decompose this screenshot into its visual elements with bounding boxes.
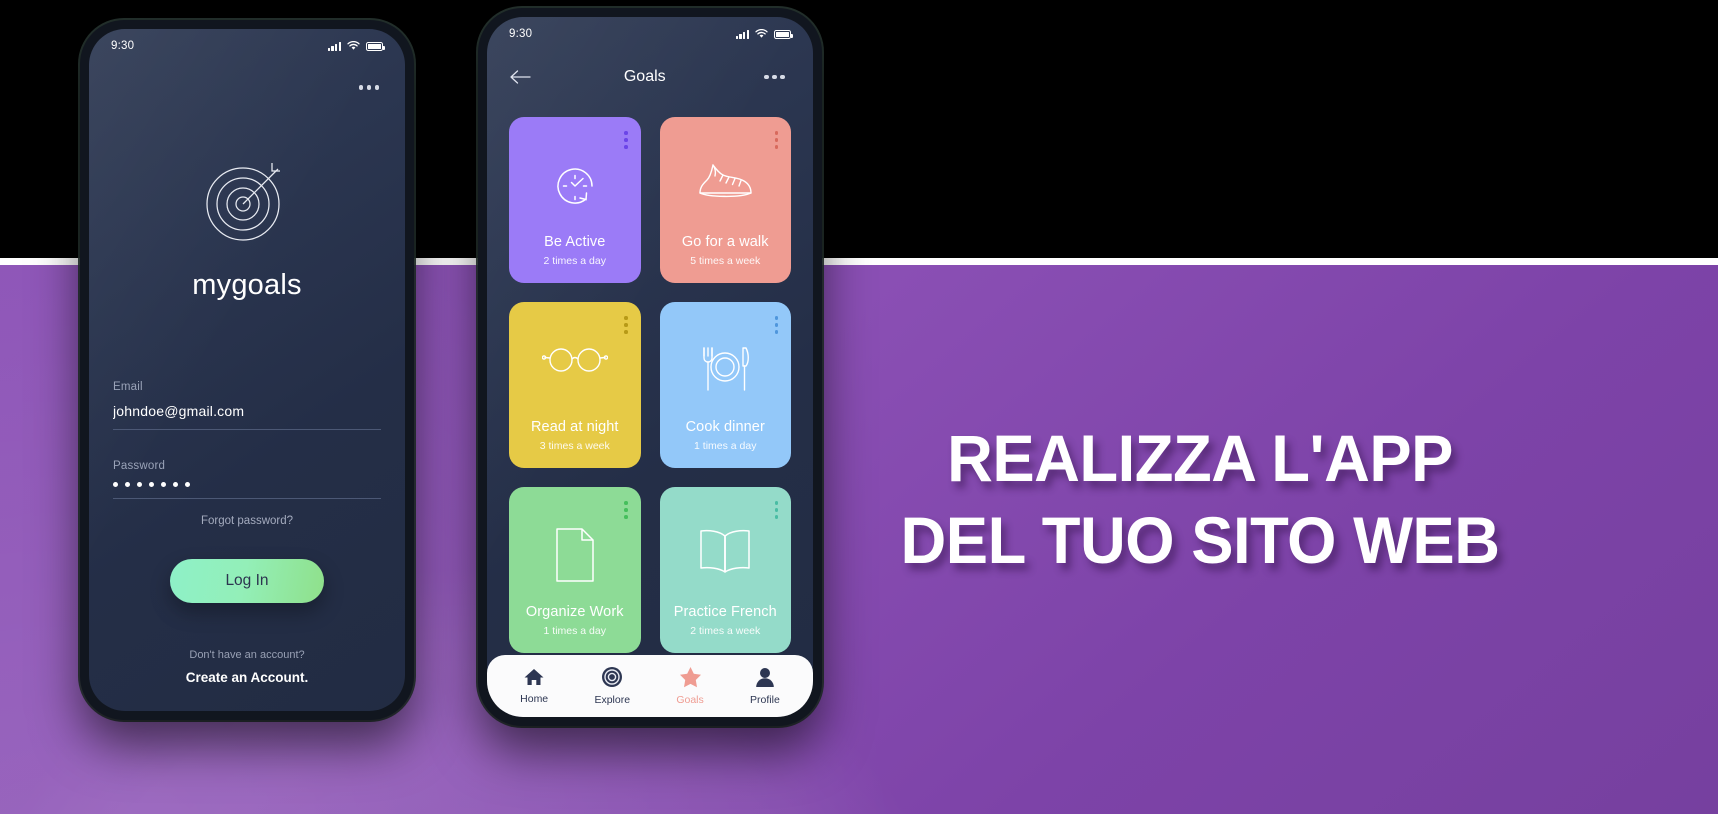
headline-line-1: REALIZZA L'APP xyxy=(947,421,1453,495)
card-more-options-icon[interactable] xyxy=(624,501,628,519)
card-more-options-icon[interactable] xyxy=(774,131,778,149)
card-more-options-icon[interactable] xyxy=(624,316,628,334)
goal-card[interactable]: Practice French 2 times a week xyxy=(659,487,792,653)
headline-line-2: DEL TUO SITO WEB xyxy=(900,502,1500,577)
email-field-group: Email xyxy=(113,381,381,430)
nav-item-explore[interactable]: Explore xyxy=(594,666,630,706)
password-field-group: Password xyxy=(113,460,381,499)
goal-card-frequency: 5 times a week xyxy=(690,255,761,267)
status-time: 9:30 xyxy=(509,28,533,40)
sneaker-shoe-icon xyxy=(660,157,792,207)
nav-label-explore: Explore xyxy=(594,694,631,706)
open-book-icon xyxy=(660,527,792,575)
promo-headline: REALIZZA L'APP DEL TUO SITO WEB xyxy=(893,418,1507,582)
goal-cards-grid: Be Active 2 times a day Go for a walk 5 tim… xyxy=(487,103,813,653)
status-time: 9:30 xyxy=(111,40,135,52)
app-bar: Goals xyxy=(487,51,813,103)
goal-card-frequency: 3 times a week xyxy=(539,440,610,452)
goal-card-title: Be Active xyxy=(544,234,606,250)
bottom-navigation: Home Explore Goals Profile xyxy=(487,655,813,717)
email-input[interactable] xyxy=(113,403,381,430)
star-icon xyxy=(679,667,701,688)
login-form: Email Password Forgot password? Log In xyxy=(113,381,381,603)
goal-card-title: Practice French xyxy=(673,604,777,620)
goal-card[interactable]: Organize Work 1 times a day xyxy=(509,487,641,653)
status-bar: 9:30 xyxy=(89,29,405,63)
signup-prompt: Don't have an account? xyxy=(189,649,305,661)
goal-card-title: Organize Work xyxy=(525,604,624,620)
more-options-icon[interactable] xyxy=(353,79,386,96)
status-bar: 9:30 xyxy=(487,17,813,51)
nav-item-home[interactable]: Home xyxy=(520,667,548,705)
target-circles-icon xyxy=(602,667,623,687)
more-options-icon[interactable] xyxy=(758,69,791,86)
document-page-icon xyxy=(509,527,641,583)
fork-plate-knife-icon xyxy=(660,342,792,400)
email-label: Email xyxy=(113,381,143,393)
goal-card-frequency: 2 times a day xyxy=(543,255,606,267)
nav-label-goals: Goals xyxy=(676,694,704,706)
page-title: Goals xyxy=(623,68,666,85)
battery-icon xyxy=(366,42,385,51)
goal-card[interactable]: Cook dinner 1 times a day xyxy=(659,302,792,468)
signup-block: Don't have an account? Create an Account… xyxy=(89,649,405,685)
goal-card[interactable]: Read at night 3 times a week xyxy=(509,302,641,468)
goal-card-title: Cook dinner xyxy=(685,419,765,435)
app-name: mygoals xyxy=(192,269,302,301)
password-label: Password xyxy=(113,460,166,472)
goal-card[interactable]: Go for a walk 5 times a week xyxy=(659,117,792,283)
login-content: mygoals Email Password Forgot password? xyxy=(89,63,405,711)
person-avatar-icon xyxy=(756,667,774,687)
wifi-icon xyxy=(755,29,768,38)
battery-icon xyxy=(774,30,793,39)
phone-mockup-login: 9:30 mygoals Email johndoe@gmail.com Pas… xyxy=(80,20,414,720)
clock-refresh-icon xyxy=(509,157,641,215)
phone-mockup-goals: 9:30 Goals Be Active 2 times a day Go fo… xyxy=(478,8,822,726)
password-input[interactable] xyxy=(113,482,381,499)
login-button[interactable]: Log In xyxy=(170,559,324,603)
nav-label-profile: Profile xyxy=(750,693,780,706)
login-screen: 9:30 mygoals Email johndoe@gmail.com Pas… xyxy=(89,29,405,711)
eyeglasses-icon xyxy=(509,342,641,376)
goal-card-title: Go for a walk xyxy=(681,234,769,250)
goal-card-frequency: 1 times a day xyxy=(543,625,606,637)
forgot-password-link[interactable]: Forgot password? xyxy=(113,515,381,527)
goal-card-title: Read at night xyxy=(530,419,619,435)
nav-item-goals[interactable]: Goals xyxy=(676,666,704,706)
brand-block: mygoals xyxy=(89,147,405,302)
card-more-options-icon[interactable] xyxy=(624,131,628,149)
goals-content: Goals Be Active 2 times a day Go for a wal… xyxy=(487,51,813,717)
card-more-options-icon[interactable] xyxy=(774,316,778,334)
goals-screen: 9:30 Goals Be Active 2 times a day Go fo… xyxy=(487,17,813,717)
target-dartboard-icon xyxy=(206,163,280,241)
home-house-icon xyxy=(524,669,544,685)
card-more-options-icon[interactable] xyxy=(774,501,778,519)
goal-card-frequency: 2 times a week xyxy=(690,625,761,637)
wifi-icon xyxy=(347,41,360,50)
promo-banner: REALIZZA L'APP DEL TUO SITO WEB 9:30 myg… xyxy=(0,0,1718,814)
status-icon-group xyxy=(735,29,793,39)
goal-card-frequency: 1 times a day xyxy=(694,440,757,452)
create-account-link[interactable]: Create an Account. xyxy=(89,670,405,685)
nav-label-home: Home xyxy=(520,693,549,705)
back-arrow-icon[interactable] xyxy=(509,69,531,85)
status-icon-group xyxy=(327,41,385,51)
nav-item-profile[interactable]: Profile xyxy=(750,667,780,706)
signal-bars-icon xyxy=(735,29,749,39)
signal-bars-icon xyxy=(327,41,341,51)
goal-card[interactable]: Be Active 2 times a day xyxy=(509,117,641,283)
